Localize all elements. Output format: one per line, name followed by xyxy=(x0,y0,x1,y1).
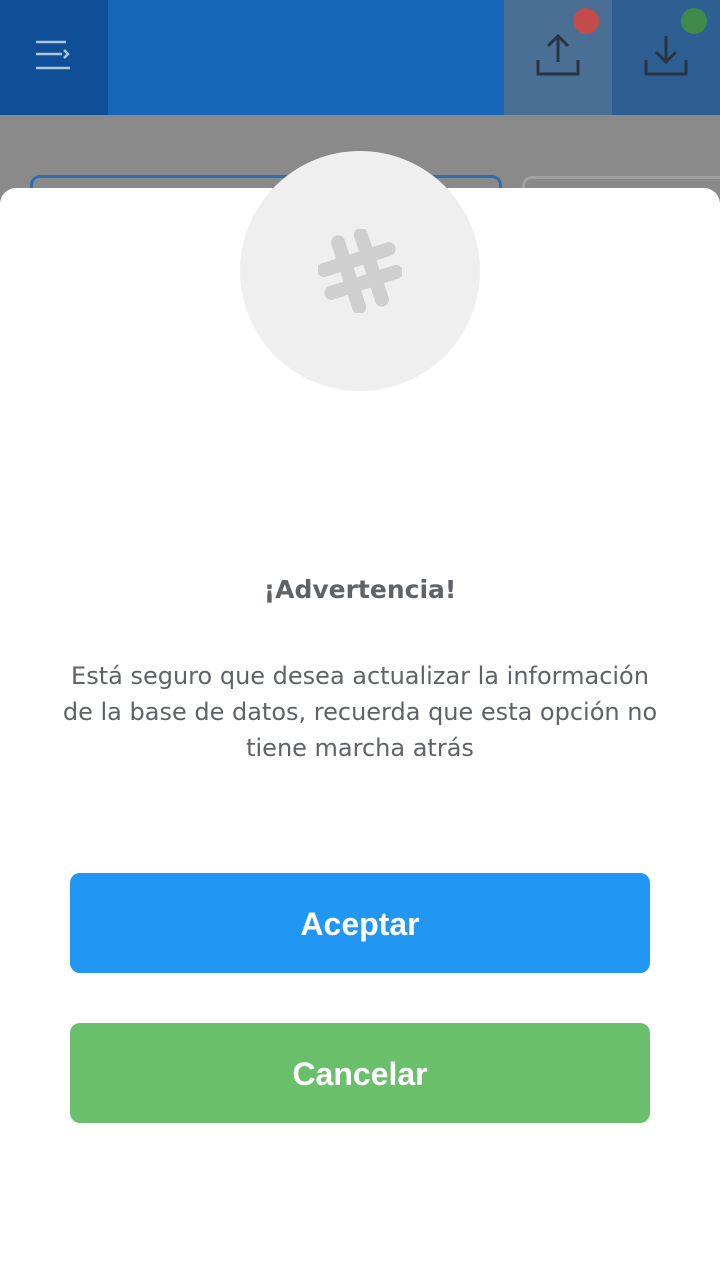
dialog-icon-badge xyxy=(240,151,480,391)
dialog-title: ¡Advertencia! xyxy=(263,575,457,604)
download-icon xyxy=(644,36,688,76)
app-screen: ¡Advertencia! Está seguro que desea actu… xyxy=(0,0,720,1273)
cancel-button[interactable]: Cancelar xyxy=(70,1023,650,1123)
top-app-bar xyxy=(0,0,720,115)
menu-button[interactable] xyxy=(0,0,108,115)
download-status-dot xyxy=(681,8,707,34)
warning-dialog: ¡Advertencia! Está seguro que desea actu… xyxy=(0,151,720,1273)
upload-status-dot xyxy=(573,8,599,34)
menu-icon xyxy=(36,40,70,70)
upload-button[interactable] xyxy=(504,0,612,115)
download-button[interactable] xyxy=(612,0,720,115)
accept-button[interactable]: Aceptar xyxy=(70,873,650,973)
upload-icon xyxy=(536,33,580,76)
hashtag-icon xyxy=(318,229,402,313)
dialog-message: Está seguro que desea actualizar la info… xyxy=(62,662,658,762)
